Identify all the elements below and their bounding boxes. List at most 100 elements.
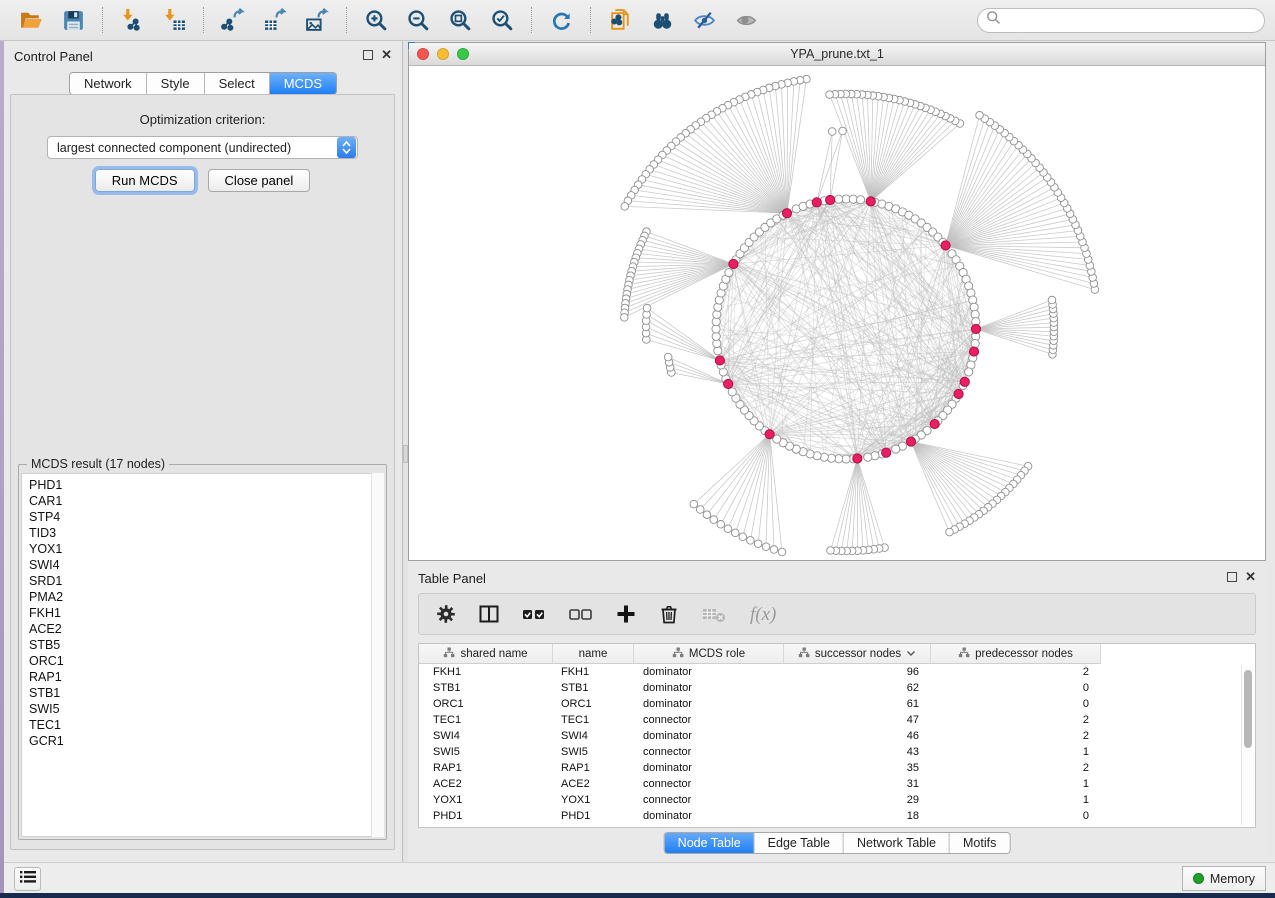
mcds-hub-node[interactable]: [930, 419, 939, 428]
float-panel-icon[interactable]: [1227, 572, 1237, 582]
scrollbar-thumb[interactable]: [1244, 670, 1252, 748]
network-window-titlebar[interactable]: YPA_prune.txt_1: [409, 43, 1265, 66]
network-node[interactable]: [710, 516, 718, 524]
column-header-name[interactable]: name: [553, 644, 634, 664]
search-network-icon[interactable]: [647, 6, 677, 34]
network-node[interactable]: [664, 353, 672, 361]
network-node[interactable]: [839, 127, 847, 135]
network-node[interactable]: [724, 525, 732, 533]
network-node[interactable]: [762, 543, 770, 551]
network-node[interactable]: [835, 195, 843, 203]
network-canvas[interactable]: [409, 66, 1265, 560]
network-node[interactable]: [696, 506, 704, 514]
mcds-hub-node[interactable]: [971, 324, 980, 333]
save-session-icon[interactable]: [58, 6, 88, 34]
network-node[interactable]: [827, 547, 835, 555]
mcds-hub-node[interactable]: [782, 209, 791, 218]
mcds-hub-node[interactable]: [960, 377, 969, 386]
mcds-hub-node[interactable]: [765, 430, 774, 439]
column-header-predecessor-nodes[interactable]: predecessor nodes: [931, 644, 1101, 664]
network-node[interactable]: [621, 314, 629, 322]
mcds-result-item[interactable]: ACE2: [29, 621, 383, 637]
select-all-checks-icon[interactable]: [521, 603, 547, 625]
preview-eye-icon[interactable]: [731, 6, 761, 34]
mcds-result-list[interactable]: PHD1CAR1STP4TID3YOX1SWI4SRD1PMA2FKH1ACE2…: [21, 473, 384, 837]
mcds-result-item[interactable]: ORC1: [29, 653, 383, 669]
mcds-result-item[interactable]: RAP1: [29, 669, 383, 685]
split-columns-icon[interactable]: [478, 603, 500, 625]
table-row[interactable]: ORC1ORC1dominator610: [419, 696, 1255, 712]
network-node[interactable]: [754, 540, 762, 548]
network-node[interactable]: [728, 388, 736, 396]
mcds-result-item[interactable]: YOX1: [29, 541, 383, 557]
network-node[interactable]: [725, 268, 733, 276]
table-row[interactable]: ACE2ACE2connector311: [419, 776, 1255, 792]
float-panel-icon[interactable]: [363, 50, 373, 60]
table-settings-icon[interactable]: [435, 603, 457, 625]
close-panel-icon[interactable]: ✕: [381, 50, 392, 60]
table-row[interactable]: SWI4SWI4dominator462: [419, 728, 1255, 744]
table-row[interactable]: FKH1FKH1dominator962: [419, 664, 1255, 680]
zoom-selected-icon[interactable]: [487, 6, 517, 34]
network-node[interactable]: [965, 368, 973, 376]
mcds-result-item[interactable]: SWI4: [29, 557, 383, 573]
mcds-result-item[interactable]: STP4: [29, 509, 383, 525]
export-network-icon[interactable]: [218, 6, 248, 34]
delete-column-icon[interactable]: [658, 603, 680, 625]
network-node[interactable]: [731, 529, 739, 537]
add-column-icon[interactable]: [615, 603, 637, 625]
run-mcds-button[interactable]: Run MCDS: [95, 169, 195, 192]
network-node[interactable]: [826, 91, 834, 99]
close-panel-icon[interactable]: ✕: [1245, 572, 1256, 582]
mcds-result-item[interactable]: TID3: [29, 525, 383, 541]
mcds-hub-node[interactable]: [715, 356, 724, 365]
mcds-result-item[interactable]: FKH1: [29, 605, 383, 621]
network-node[interactable]: [621, 203, 629, 211]
memory-button[interactable]: Memory: [1182, 866, 1266, 891]
mcds-result-item[interactable]: SWI5: [29, 701, 383, 717]
mcds-hub-node[interactable]: [853, 454, 862, 463]
mcds-list-scrollbar[interactable]: [371, 473, 384, 837]
zoom-out-icon[interactable]: [403, 6, 433, 34]
network-node[interactable]: [770, 546, 778, 554]
table-scrollbar[interactable]: [1241, 666, 1253, 825]
import-network-icon[interactable]: [117, 6, 147, 34]
mcds-hub-node[interactable]: [941, 241, 950, 250]
toggle-visibility-icon[interactable]: [689, 6, 719, 34]
network-node[interactable]: [856, 196, 864, 204]
network-node[interactable]: [747, 537, 755, 545]
task-history-button[interactable]: [14, 867, 41, 891]
column-header-MCDS-role[interactable]: MCDS role: [634, 644, 784, 664]
column-header-successor-nodes[interactable]: successor nodes: [784, 644, 931, 664]
mcds-hub-node[interactable]: [882, 448, 891, 457]
tab-network-table[interactable]: Network Table: [844, 833, 950, 853]
table-row[interactable]: STB1STB1dominator620: [419, 680, 1255, 696]
mcds-hub-node[interactable]: [826, 195, 835, 204]
tab-node-table[interactable]: Node Table: [665, 833, 755, 853]
open-session-icon[interactable]: [16, 6, 46, 34]
zoom-fit-icon[interactable]: [445, 6, 475, 34]
network-node[interactable]: [864, 453, 872, 461]
search-input[interactable]: [1001, 13, 1256, 27]
criterion-dropdown[interactable]: largest connected component (undirected): [47, 136, 358, 159]
network-node[interactable]: [946, 528, 954, 536]
table-row[interactable]: SWI5SWI5connector431: [419, 744, 1255, 760]
network-node[interactable]: [828, 128, 836, 136]
tab-style[interactable]: Style: [147, 73, 205, 94]
table-row[interactable]: RAP1RAP1dominator352: [419, 760, 1255, 776]
mcds-hub-node[interactable]: [729, 259, 738, 268]
mcds-result-item[interactable]: TEC1: [29, 717, 383, 733]
table-row[interactable]: TEC1TEC1connector472: [419, 712, 1255, 728]
network-node[interactable]: [778, 548, 786, 556]
export-table-icon[interactable]: [260, 6, 290, 34]
mcds-result-item[interactable]: PMA2: [29, 589, 383, 605]
mcds-hub-node[interactable]: [724, 379, 733, 388]
tab-mcds[interactable]: MCDS: [270, 73, 336, 94]
deselect-all-checks-icon[interactable]: [568, 603, 594, 625]
mcds-hub-node[interactable]: [969, 347, 978, 356]
mcds-result-item[interactable]: STB1: [29, 685, 383, 701]
mcds-result-item[interactable]: GCR1: [29, 733, 383, 749]
mcds-hub-node[interactable]: [954, 389, 963, 398]
tab-network[interactable]: Network: [70, 73, 147, 94]
mcds-hub-node[interactable]: [812, 198, 821, 207]
